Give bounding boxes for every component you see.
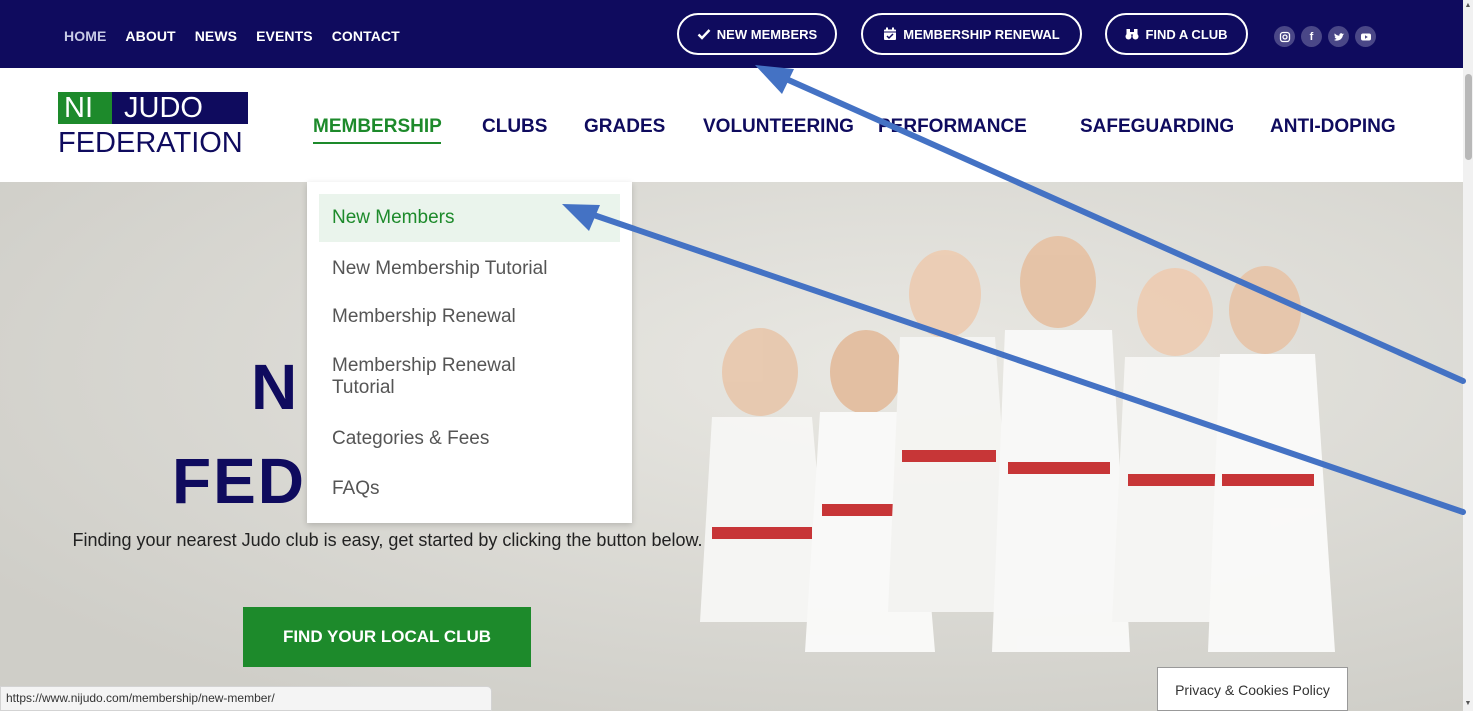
top-nav-about[interactable]: ABOUT [125,28,175,44]
logo-ni: NI [58,92,112,124]
find-a-club-button-label: FIND A CLUB [1145,26,1228,42]
webpage: HOME ABOUT NEWS EVENTS CONTACT NEW MEMBE… [0,0,1473,711]
nav-membership[interactable]: MEMBERSHIP [313,116,442,138]
membership-renewal-button[interactable]: MEMBERSHIP RENEWAL [861,13,1082,55]
top-nav-home[interactable]: HOME [64,28,106,44]
privacy-cookies-policy-button[interactable]: Privacy & Cookies Policy [1157,667,1348,711]
checkmark-icon [697,29,711,40]
dropdown-item-label-line2: Tutorial [332,377,395,398]
nav-anti-doping[interactable]: ANTI-DOPING [1270,116,1396,138]
nav-performance[interactable]: PERFORMANCE [878,116,1027,138]
hero-title-line2: FED [172,445,306,517]
scroll-down-arrow-icon[interactable]: ▼ [1463,700,1473,707]
new-members-button[interactable]: NEW MEMBERS [677,13,837,55]
dropdown-item-faqs[interactable]: FAQs [319,478,620,500]
logo-judo: JUDO [112,92,248,124]
binoculars-icon [1125,29,1139,40]
dropdown-item-membership-renewal[interactable]: Membership Renewal [319,306,620,328]
status-bar-url: https://www.nijudo.com/membership/new-me… [0,686,492,711]
dropdown-item-membership-renewal-tutorial[interactable]: Membership Renewal Tutorial [319,355,620,399]
nav-grades[interactable]: GRADES [584,116,665,138]
membership-dropdown: New Members New Membership Tutorial Memb… [307,182,632,523]
site-logo[interactable]: NI JUDO FEDERATION [58,92,248,162]
nav-volunteering[interactable]: VOLUNTEERING [703,116,854,138]
membership-renewal-button-label: MEMBERSHIP RENEWAL [903,26,1060,42]
new-members-button-label: NEW MEMBERS [716,26,818,42]
instagram-icon[interactable] [1274,26,1295,47]
dropdown-item-label-line1: Membership Renewal [332,355,516,376]
find-a-club-button[interactable]: FIND A CLUB [1105,13,1248,55]
scrollbar-thumb[interactable] [1465,74,1472,160]
hero-banner: N FED Finding your nearest Judo club is … [0,182,1463,711]
dropdown-item-new-members[interactable]: New Members [319,194,620,242]
calendar-check-icon [884,27,897,40]
find-your-local-club-button[interactable]: FIND YOUR LOCAL CLUB [243,607,531,667]
hero-title-line1: N [251,351,300,423]
top-nav-news[interactable]: NEWS [195,28,237,44]
nav-safeguarding[interactable]: SAFEGUARDING [1080,116,1234,138]
facebook-icon[interactable]: f [1301,26,1322,47]
nav-clubs[interactable]: CLUBS [482,116,547,138]
youtube-icon[interactable] [1355,26,1376,47]
top-nav: HOME ABOUT NEWS EVENTS CONTACT [64,28,400,44]
scroll-up-arrow-icon[interactable]: ▲ [1463,2,1473,9]
twitter-icon[interactable] [1328,26,1349,47]
top-bar: HOME ABOUT NEWS EVENTS CONTACT NEW MEMBE… [0,0,1463,68]
top-nav-events[interactable]: EVENTS [256,28,313,44]
active-nav-underline [313,142,441,144]
dropdown-item-categories-fees[interactable]: Categories & Fees [319,428,620,450]
top-nav-contact[interactable]: CONTACT [332,28,400,44]
logo-federation: FEDERATION [58,127,243,159]
dropdown-item-new-membership-tutorial[interactable]: New Membership Tutorial [319,258,620,280]
hero-subtitle: Finding your nearest Judo club is easy, … [72,530,703,550]
